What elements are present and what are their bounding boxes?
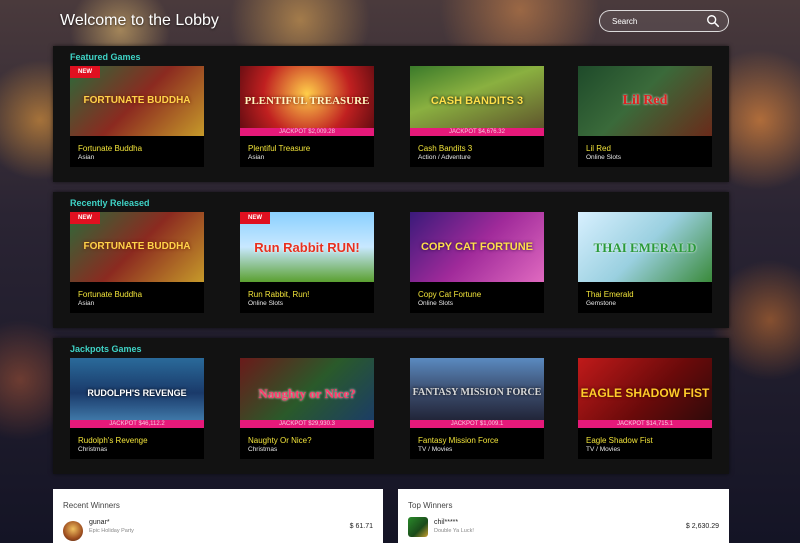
game-art: RUDOLPH'S REVENGE	[87, 387, 187, 398]
game-art: CASH BANDITS 3	[430, 94, 524, 107]
game-thumbnail[interactable]: THAI EMERALD	[578, 212, 712, 282]
game-thumbnail[interactable]: FORTUNATE BUDDHA NEW	[70, 212, 204, 282]
winner-game[interactable]: Epic Holiday Party	[89, 528, 134, 534]
recent-winners-title: Recent Winners	[63, 501, 120, 510]
game-name[interactable]: Fantasy Mission Force	[418, 436, 498, 445]
game-name[interactable]: Plentiful Treasure	[248, 144, 310, 153]
game-card[interactable]: FANTASY MISSION FORCE JACKPOT $1,009.1 F…	[410, 358, 544, 459]
game-category: Online Slots	[418, 300, 454, 307]
search-input[interactable]	[612, 14, 702, 28]
game-name[interactable]: Copy Cat Fortune	[418, 290, 481, 299]
game-category: TV / Movies	[586, 446, 621, 453]
winner-amount: $ 61.71	[349, 523, 373, 530]
game-thumbnail[interactable]: PLENTIFUL TREASURE JACKPOT $2,009.28	[240, 66, 374, 136]
game-name[interactable]: Thai Emerald	[586, 290, 634, 299]
game-category: Online Slots	[586, 154, 622, 161]
jackpot-amount: JACKPOT $1,009.1	[410, 420, 544, 428]
game-card[interactable]: FORTUNATE BUDDHA NEW Fortunate Buddha As…	[70, 212, 204, 313]
winner-amount: $ 2,630.29	[685, 523, 719, 530]
winner-name: gunar*	[89, 519, 110, 526]
game-category: Asian	[248, 154, 265, 161]
new-badge: NEW	[70, 212, 100, 224]
winner-avatar	[408, 517, 428, 537]
top-winners-panel: Top Winners chil***** Double Ya Luck! $ …	[398, 489, 729, 543]
game-thumbnail[interactable]: FANTASY MISSION FORCE JACKPOT $1,009.1	[410, 358, 544, 428]
jackpot-amount: JACKPOT $14,715.1	[578, 420, 712, 428]
game-card[interactable]: CASH BANDITS 3 JACKPOT $4,676.32 Cash Ba…	[410, 66, 544, 167]
section-recently-released: Recently Released FORTUNATE BUDDHA NEW F…	[53, 192, 729, 328]
game-card[interactable]: Run Rabbit RUN! NEW Run Rabbit, Run! Onl…	[240, 212, 374, 313]
game-name[interactable]: Lil Red	[586, 144, 611, 153]
game-category: Asian	[78, 300, 95, 307]
section-featured-games: Featured Games FORTUNATE BUDDHA NEW Fort…	[53, 46, 729, 182]
game-art: FANTASY MISSION FORCE	[412, 387, 542, 398]
game-thumbnail[interactable]: CASH BANDITS 3 JACKPOT $4,676.32	[410, 66, 544, 136]
game-name[interactable]: Naughty Or Nice?	[248, 436, 312, 445]
winner-game[interactable]: Double Ya Luck!	[434, 528, 474, 534]
game-category: Christmas	[248, 446, 278, 453]
game-card[interactable]: PLENTIFUL TREASURE JACKPOT $2,009.28 Ple…	[240, 66, 374, 167]
game-thumbnail[interactable]: FORTUNATE BUDDHA NEW	[70, 66, 204, 136]
game-name[interactable]: Eagle Shadow Fist	[586, 436, 653, 445]
game-category: Asian	[78, 154, 95, 161]
section-jackpots-games: Jackpots Games RUDOLPH'S REVENGE JACKPOT…	[53, 338, 729, 474]
game-thumbnail[interactable]: Lil Red	[578, 66, 712, 136]
game-art: COPY CAT FORTUNE	[420, 240, 534, 253]
game-thumbnail[interactable]: Run Rabbit RUN! NEW	[240, 212, 374, 282]
game-category: Christmas	[78, 446, 108, 453]
recent-winners-panel: Recent Winners gunar* Epic Holiday Party…	[53, 489, 383, 543]
game-card[interactable]: FORTUNATE BUDDHA NEW Fortunate Buddha As…	[70, 66, 204, 167]
game-name[interactable]: Rudolph's Revenge	[78, 436, 148, 445]
game-art: PLENTIFUL TREASURE	[244, 94, 370, 107]
game-thumbnail[interactable]: COPY CAT FORTUNE	[410, 212, 544, 282]
game-card[interactable]: COPY CAT FORTUNE Copy Cat Fortune Online…	[410, 212, 544, 313]
top-winners-title: Top Winners	[408, 501, 453, 510]
jackpot-amount: JACKPOT $29,930.3	[240, 420, 374, 428]
game-category: Online Slots	[248, 300, 284, 307]
lobby-header: Welcome to the Lobby	[0, 0, 800, 44]
game-art: EAGLE SHADOW FIST	[580, 386, 710, 400]
game-thumbnail[interactable]: EAGLE SHADOW FIST JACKPOT $14,715.1	[578, 358, 712, 428]
game-category: TV / Movies	[418, 446, 453, 453]
game-card[interactable]: Naughty or Nice? JACKPOT $29,930.3 Naugh…	[240, 358, 374, 459]
jackpot-amount: JACKPOT $4,676.32	[410, 128, 544, 136]
winner-name: chil*****	[434, 519, 459, 526]
game-name[interactable]: Fortunate Buddha	[78, 290, 142, 299]
search-icon[interactable]	[706, 14, 720, 28]
section-title: Jackpots Games	[70, 344, 142, 354]
game-card[interactable]: EAGLE SHADOW FIST JACKPOT $14,715.1 Eagl…	[578, 358, 712, 459]
page-title: Welcome to the Lobby	[60, 12, 219, 29]
game-card[interactable]: Lil Red Lil Red Online Slots	[578, 66, 712, 167]
game-card[interactable]: THAI EMERALD Thai Emerald Gemstone	[578, 212, 712, 313]
game-name[interactable]: Fortunate Buddha	[78, 144, 142, 153]
game-name[interactable]: Cash Bandits 3	[418, 144, 472, 153]
game-category: Action / Adventure	[418, 154, 471, 161]
section-title: Featured Games	[70, 52, 141, 62]
winner-avatar	[63, 521, 83, 541]
game-thumbnail[interactable]: RUDOLPH'S REVENGE JACKPOT $46,112.2	[70, 358, 204, 428]
game-art: THAI EMERALD	[593, 239, 697, 255]
game-art: Naughty or Nice?	[258, 385, 356, 401]
section-title: Recently Released	[70, 198, 150, 208]
game-card[interactable]: RUDOLPH'S REVENGE JACKPOT $46,112.2 Rudo…	[70, 358, 204, 459]
jackpot-amount: JACKPOT $2,009.28	[240, 128, 374, 136]
game-thumbnail[interactable]: Naughty or Nice? JACKPOT $29,930.3	[240, 358, 374, 428]
search-box[interactable]	[599, 10, 729, 32]
new-badge: NEW	[70, 66, 100, 78]
game-name[interactable]: Run Rabbit, Run!	[248, 290, 309, 299]
game-art: Lil Red	[622, 93, 668, 108]
new-badge: NEW	[240, 212, 270, 224]
game-category: Gemstone	[586, 300, 616, 307]
jackpot-amount: JACKPOT $46,112.2	[70, 420, 204, 428]
